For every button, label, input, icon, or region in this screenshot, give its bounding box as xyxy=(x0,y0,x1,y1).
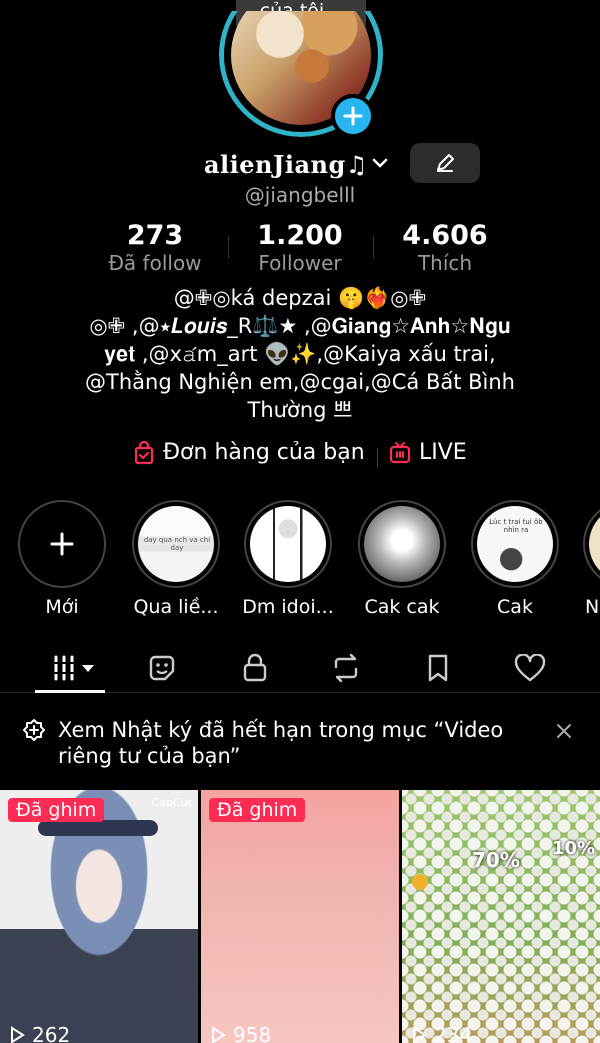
play-icon xyxy=(11,1026,25,1043)
highlight-label: Qua liề... xyxy=(133,596,219,618)
heart-icon xyxy=(514,654,546,682)
pinned-badge: Đã ghim xyxy=(8,798,105,822)
video-thumbnail[interactable]: Đã ghim 958 xyxy=(201,790,399,1043)
edit-profile-button[interactable] xyxy=(410,143,480,183)
user-handle: @jiangbelll xyxy=(244,183,356,207)
stat-following[interactable]: 273 Đã follow xyxy=(80,220,230,274)
notice-text: Xem Nhật ký đã hết hạn trong mục “Video … xyxy=(58,718,504,768)
diary-add-icon xyxy=(23,719,45,741)
new-highlight-button[interactable]: Mới xyxy=(12,500,112,618)
live-tv-icon xyxy=(389,441,411,463)
chevron-down-icon[interactable] xyxy=(372,157,388,169)
view-count: 262 xyxy=(8,1023,70,1043)
highlight-item[interactable]: Dm idoi... xyxy=(238,500,338,618)
play-icon xyxy=(212,1026,226,1043)
divider xyxy=(377,448,378,468)
expired-diary-notice[interactable]: Xem Nhật ký đã hết hạn trong mục “Video … xyxy=(0,700,600,785)
highlight-thumbnail xyxy=(250,506,326,582)
highlight-item[interactable]: day qua nch va chi day Qua liề... xyxy=(126,500,226,618)
bio-line: ◎✙ ,@⭑𝑳𝒐𝒖𝒊𝒔_R⚖️★ ,@𝐆𝐢𝐚𝐧𝐠☆𝐀𝐧𝐡☆𝐍𝐠𝐮 xyxy=(89,314,511,338)
view-count-value: 234 xyxy=(434,1023,473,1043)
video-thumbnail[interactable]: 70% 10% 234 xyxy=(402,790,600,1043)
stat-value: 273 xyxy=(126,220,184,251)
stat-value: 4.606 xyxy=(402,220,488,251)
highlight-caption: day qua nch va chi day xyxy=(143,536,211,552)
highlight-item[interactable]: N xyxy=(577,500,600,618)
pinned-badge: Đã ghim xyxy=(209,798,306,822)
stat-label: Thích xyxy=(417,251,473,275)
view-count: 234 xyxy=(410,1023,472,1043)
repost-icon xyxy=(334,653,358,683)
add-story-button[interactable] xyxy=(331,94,375,138)
bio-line: @Thằng Nghiện em,@cgai,@Cá Bất Bình xyxy=(85,370,515,394)
live-link[interactable]: LIVE xyxy=(389,440,467,465)
video-image xyxy=(402,790,600,1043)
plus-icon xyxy=(50,532,74,556)
tab-reposts[interactable] xyxy=(306,645,386,691)
bookmark-icon xyxy=(428,654,448,682)
close-icon[interactable] xyxy=(555,722,573,740)
highlight-label: N xyxy=(585,596,600,618)
highlight-thumbnail xyxy=(364,506,440,582)
stat-value: 1.200 xyxy=(257,220,343,251)
tab-reposts-sticker[interactable] xyxy=(122,645,202,691)
view-count-value: 262 xyxy=(32,1023,71,1043)
profile-tabs xyxy=(0,645,600,693)
plus-icon xyxy=(343,106,363,126)
headband xyxy=(38,820,158,836)
highlight-item[interactable]: Lúc t trai tui ôb nhìn ra Cak xyxy=(465,500,565,618)
video-image xyxy=(201,790,399,1043)
highlight-item[interactable]: Cak cak xyxy=(352,500,452,618)
stat-label: Đã follow xyxy=(108,251,202,275)
stat-label: Follower xyxy=(258,251,342,275)
progress-label: 10% xyxy=(552,838,596,859)
orders-label: Đơn hàng của bạn xyxy=(163,440,365,465)
play-icon xyxy=(413,1026,427,1043)
sticker-icon xyxy=(149,655,175,681)
progress-label: 70% xyxy=(472,848,520,872)
highlight-label: Cak cak xyxy=(364,596,440,618)
highlight-thumbnail: day qua nch va chi day xyxy=(138,506,214,582)
grid-icon xyxy=(52,655,94,681)
highlight-label: Dm idoi... xyxy=(242,596,334,618)
tab-private[interactable] xyxy=(215,645,295,691)
pencil-icon xyxy=(437,154,454,172)
tab-liked[interactable] xyxy=(490,645,570,691)
highlight-label: Mới xyxy=(45,596,79,618)
live-label: LIVE xyxy=(419,440,467,465)
bio-line: @✙◎ká depzai 🤫❤️‍🔥◎✙ xyxy=(173,286,427,310)
highlight-label: Cak xyxy=(497,596,533,618)
video-grid: Đã ghim CapCut 262 Đã ghim 958 70% 10% 2… xyxy=(0,790,600,1043)
shopping-bag-icon xyxy=(134,440,154,464)
orders-link[interactable]: Đơn hàng của bạn xyxy=(133,440,365,465)
username[interactable]: alienJiang♫ xyxy=(204,150,368,179)
bio-line: 𝐲𝐞𝐭 ,@x𝚊́m_art 👽✨,@Kaiya xấu trai, xyxy=(104,342,496,366)
story-highlights: Mới day qua nch va chi day Qua liề... Dm… xyxy=(0,500,600,625)
video-thumbnail[interactable]: Đã ghim CapCut 262 xyxy=(0,790,198,1043)
stat-followers[interactable]: 1.200 Follower xyxy=(225,220,375,274)
stat-likes[interactable]: 4.606 Thích xyxy=(370,220,520,274)
capcut-watermark: CapCut xyxy=(151,796,192,809)
bio[interactable]: @✙◎ká depzai 🤫❤️‍🔥◎✙ ◎✙ ,@⭑𝑳𝒐𝒖𝒊𝒔_R⚖️★ ,@… xyxy=(40,284,560,424)
tab-saved[interactable] xyxy=(398,645,478,691)
view-count: 958 xyxy=(209,1023,271,1043)
view-count-value: 958 xyxy=(233,1023,272,1043)
highlight-caption: Lúc t trai tui ôb nhìn ra xyxy=(489,518,543,534)
coin-icon xyxy=(412,874,428,890)
highlight-thumbnail: Lúc t trai tui ôb nhìn ra xyxy=(477,506,553,582)
tab-videos[interactable] xyxy=(35,645,115,693)
bio-line: Thường 쁘 xyxy=(247,398,353,422)
highlight-thumbnail xyxy=(589,506,600,582)
lock-icon xyxy=(243,653,267,682)
